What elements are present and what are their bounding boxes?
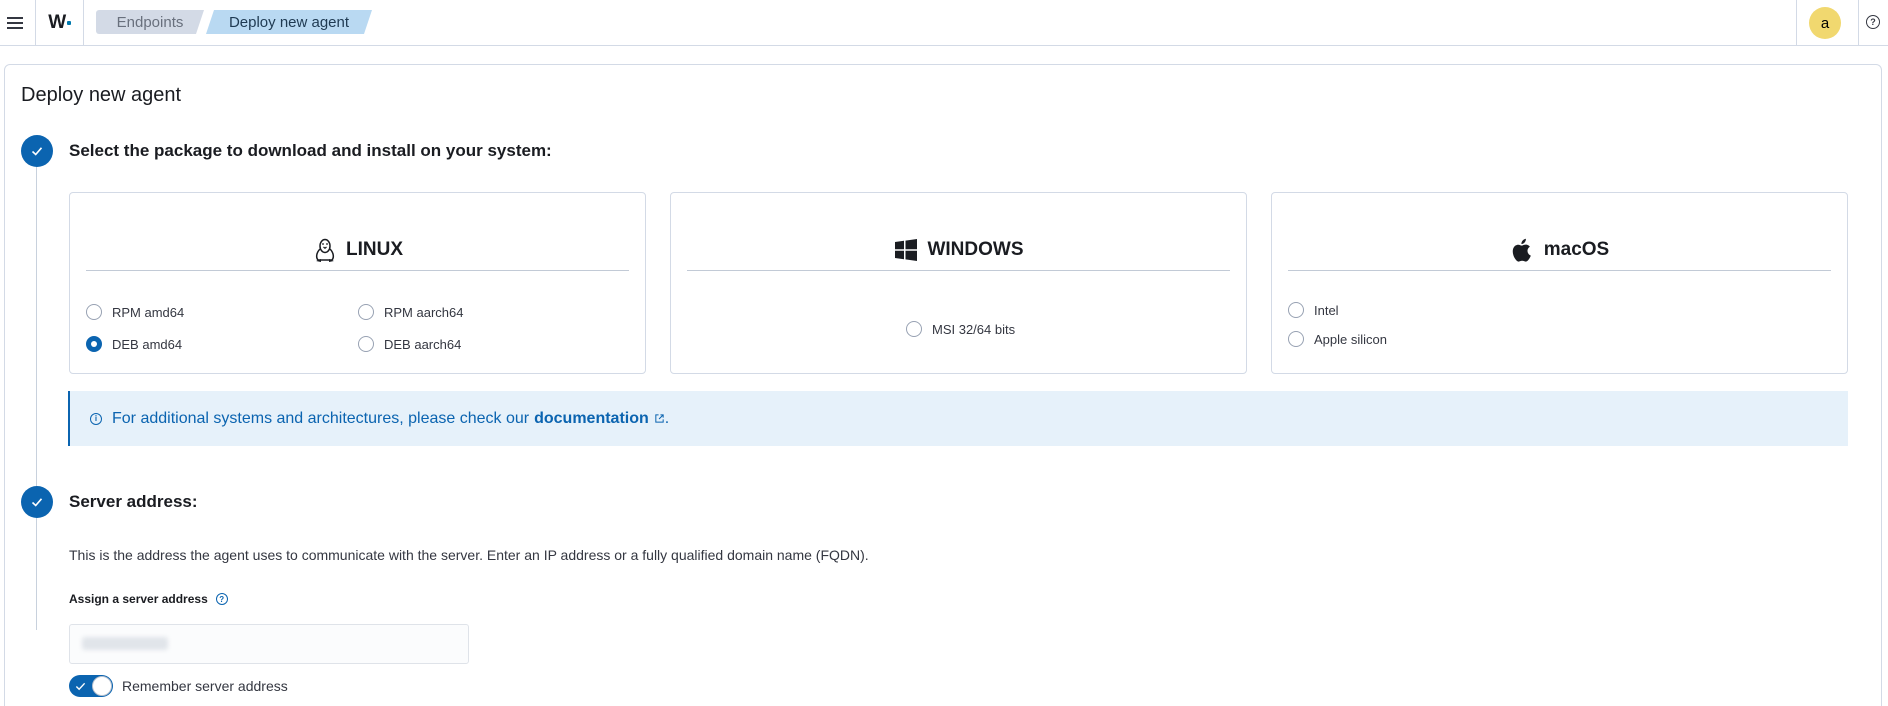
radio-label: DEB aarch64 [384, 336, 462, 352]
external-link-icon [655, 413, 664, 423]
windows-card-header: WINDOWS [687, 237, 1230, 271]
radio-circle[interactable] [906, 321, 922, 337]
radio-label: RPM aarch64 [384, 304, 464, 320]
radio-label: DEB amd64 [112, 336, 183, 352]
step-2-complete-icon [21, 486, 53, 518]
radio-label: MSI 32/64 bits [932, 321, 1016, 337]
windows-card: WINDOWS MSI 32/64 bits [670, 192, 1247, 374]
radio-deb-amd64[interactable]: DEB amd64 [86, 336, 182, 352]
info-callout: i For additional systems and architectur… [68, 391, 1848, 446]
windows-logo-icon [893, 237, 919, 263]
step-1-complete-icon [21, 135, 53, 167]
radio-circle-selected[interactable] [86, 336, 102, 352]
check-icon [31, 498, 43, 507]
top-header: W Endpoints Deploy new agent a ? [0, 0, 1888, 46]
check-icon [31, 147, 43, 156]
hamburger-icon [7, 21, 23, 24]
apple-logo-icon [1510, 237, 1536, 263]
callout-suffix: . [664, 409, 670, 427]
question-icon[interactable]: ? [215, 593, 228, 605]
macos-card-header: macOS [1288, 237, 1831, 271]
server-address-description: This is the address the agent uses to co… [69, 547, 869, 563]
header-divider [1858, 0, 1859, 45]
remember-server-label: Remember server address [122, 678, 288, 694]
menu-toggle-button[interactable] [0, 0, 30, 45]
step-2-title: Server address: [69, 492, 198, 511]
documentation-link-text: documentation [534, 409, 649, 427]
step-connector-line [36, 150, 37, 630]
radio-deb-aarch64[interactable]: DEB aarch64 [358, 336, 461, 352]
radio-circle[interactable] [358, 336, 374, 352]
radio-apple-silicon[interactable]: Apple silicon [1288, 331, 1387, 347]
server-address-label-text: Assign a server address [69, 592, 208, 606]
remember-server-row: Remember server address [69, 675, 288, 697]
macos-card: macOS Intel Apple silicon [1271, 192, 1848, 374]
user-avatar[interactable]: a [1809, 7, 1841, 39]
check-icon [75, 682, 86, 691]
page-title: Deploy new agent [21, 84, 182, 106]
macos-title: macOS [1543, 239, 1610, 260]
info-icon: i [90, 412, 102, 425]
documentation-link[interactable]: documentation [534, 410, 665, 428]
linux-penguin-icon [312, 237, 338, 263]
linux-title: LINUX [346, 239, 403, 260]
logo-dot [66, 20, 71, 25]
callout-text: For additional systems and architectures… [112, 409, 530, 427]
radio-msi-32-64[interactable]: MSI 32/64 bits [906, 321, 1015, 337]
redacted-server-value [82, 637, 168, 650]
linux-card-header: LINUX [86, 237, 629, 271]
radio-rpm-aarch64[interactable]: RPM aarch64 [358, 304, 463, 320]
app-logo: W [48, 11, 66, 33]
radio-circle[interactable] [86, 304, 102, 320]
radio-intel[interactable]: Intel [1288, 302, 1339, 318]
logo-cell[interactable]: W [35, 0, 84, 45]
radio-circle[interactable] [358, 304, 374, 320]
step-1-title: Select the package to download and insta… [69, 141, 552, 160]
remember-server-toggle[interactable] [69, 675, 113, 697]
radio-circle[interactable] [1288, 302, 1304, 318]
radio-label: RPM amd64 [112, 304, 185, 320]
help-icon[interactable]: ? [1866, 15, 1880, 29]
server-address-label: Assign a server address ? [69, 592, 228, 606]
radio-rpm-amd64[interactable]: RPM amd64 [86, 304, 184, 320]
linux-card: LINUX RPM amd64 RPM aarch64 DEB amd64 DE… [69, 192, 646, 374]
windows-title: WINDOWS [927, 239, 1024, 260]
header-divider [1796, 0, 1797, 45]
breadcrumb-deploy-new-agent: Deploy new agent [206, 10, 372, 34]
radio-circle[interactable] [1288, 331, 1304, 347]
radio-label: Intel [1314, 302, 1339, 318]
breadcrumb-endpoints[interactable]: Endpoints [96, 10, 204, 34]
radio-label: Apple silicon [1314, 331, 1387, 347]
